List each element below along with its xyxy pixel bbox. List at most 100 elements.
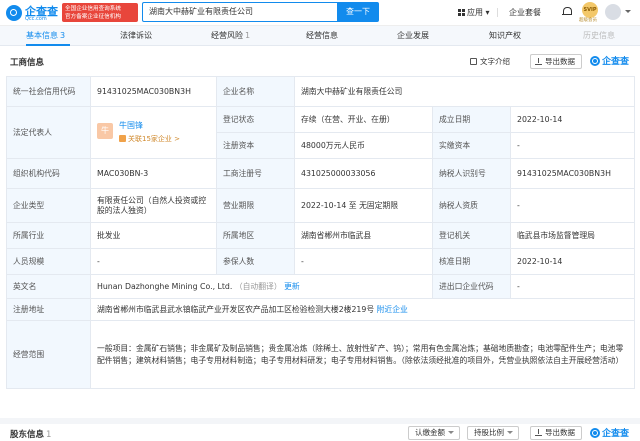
tab-label: 企业发展 bbox=[397, 31, 429, 40]
biz-reg-no-value: 431025000033056 bbox=[294, 158, 433, 189]
download-icon bbox=[535, 58, 542, 65]
text-intro-button[interactable]: 文字介绍 bbox=[470, 55, 510, 69]
shareholder-title: 股东信息 1 bbox=[10, 428, 51, 440]
en-name-cell: Hunan Dazhonghe Mining Co., Ltd. （自动翻译） … bbox=[90, 274, 433, 299]
tab-development[interactable]: 企业发展 bbox=[397, 30, 429, 41]
magnifier-logo-icon bbox=[6, 5, 22, 21]
official-line1: 全国企业信用查询系统 bbox=[65, 5, 121, 12]
paid-capital-value: - bbox=[509, 132, 636, 159]
scope-label: 经营范围 bbox=[6, 320, 91, 389]
address-label: 注册地址 bbox=[6, 298, 91, 321]
tab-legal[interactable]: 法律诉讼 bbox=[120, 30, 152, 41]
shareholder-count: 1 bbox=[46, 430, 52, 440]
industry-value: 批发业 bbox=[90, 222, 217, 249]
org-code-label: 组织机构代码 bbox=[6, 158, 91, 189]
address-cell: 湖南省郴州市临武县武水镇临武产业开发区农产品加工区检验检测大楼2楼219号 附近… bbox=[89, 298, 636, 321]
tab-count: 3 bbox=[60, 31, 66, 40]
watermark-text: 企查查 bbox=[602, 57, 630, 67]
tab-label: 基本信息 bbox=[26, 31, 58, 40]
grid-icon bbox=[458, 9, 465, 16]
taxpayer-id-label: 纳税人识别号 bbox=[432, 158, 511, 189]
region-value: 湖南省郴州市临武县 bbox=[294, 222, 433, 249]
org-code-value: MAC030BN-3 bbox=[90, 158, 217, 189]
ratio-label: 持股比例 bbox=[474, 428, 504, 437]
reg-status-value: 存续（在营、开业、在册） bbox=[294, 106, 433, 133]
official-badge: 全国企业信用查询系统 官方备案企业征信机构 bbox=[62, 3, 138, 22]
official-line2: 官方备案企业征信机构 bbox=[65, 13, 121, 20]
export-button[interactable]: 导出数据 bbox=[530, 54, 582, 69]
user-avatar[interactable] bbox=[605, 4, 621, 20]
credit-code-label: 统一社会信用代码 bbox=[6, 76, 91, 107]
legal-rep-cell: 牛 牛国锋 关联15家企业 > bbox=[90, 106, 217, 159]
tab-basic-info[interactable]: 基本信息 3 bbox=[26, 30, 65, 41]
top-header: 企查查 Qcc.com 全国企业信用查询系统 官方备案企业征信机构 湖南大中赫矿… bbox=[0, 0, 640, 26]
reg-authority-value: 临武县市场监督管理局 bbox=[509, 222, 636, 249]
search-input[interactable]: 湖南大中赫矿业有限责任公司 bbox=[142, 2, 337, 22]
shareholder-export-button[interactable]: 导出数据 bbox=[530, 426, 582, 440]
staff-size-label: 人员规模 bbox=[6, 248, 91, 275]
legal-rep-related-text: 关联15家企业 > bbox=[128, 135, 180, 143]
approval-date-value: 2022-10-14 bbox=[509, 248, 636, 275]
approval-date-label: 核准日期 bbox=[432, 248, 511, 275]
legal-rep-name[interactable]: 牛国锋 bbox=[119, 121, 210, 131]
ie-code-label: 进出口企业代码 bbox=[432, 274, 511, 299]
tab-label: 经营风险 bbox=[211, 31, 243, 40]
reg-status-label: 登记状态 bbox=[216, 106, 295, 133]
svip-icon[interactable]: SVIP bbox=[582, 2, 598, 18]
header-divider bbox=[497, 8, 498, 17]
tab-history[interactable]: 历史信息 bbox=[583, 30, 615, 41]
apps-menu[interactable]: 应用 ▾ bbox=[458, 7, 490, 18]
legal-rep-avatar: 牛 bbox=[97, 123, 113, 139]
tab-label: 法律诉讼 bbox=[120, 31, 152, 40]
chevron-down-icon bbox=[507, 431, 513, 434]
tab-label: 知识产权 bbox=[489, 31, 521, 40]
taxpayer-id-value: 91431025MAC030BN3H bbox=[509, 158, 636, 189]
legal-rep-block: 牛 牛国锋 关联15家企业 > bbox=[97, 121, 210, 144]
chevron-down-icon[interactable] bbox=[625, 10, 631, 13]
logo-sub: Qcc.com bbox=[25, 16, 47, 22]
tab-label: 历史信息 bbox=[583, 31, 615, 40]
company-name-label: 企业名称 bbox=[216, 76, 295, 107]
paid-amount-label: 认缴金额 bbox=[415, 428, 445, 437]
est-date-label: 成立日期 bbox=[432, 106, 511, 133]
legal-rep-related-link[interactable]: 关联15家企业 > bbox=[119, 134, 210, 144]
bell-icon[interactable] bbox=[562, 6, 572, 16]
package-link[interactable]: 企业套餐 bbox=[509, 7, 541, 18]
biz-term-label: 营业期限 bbox=[216, 188, 295, 223]
address-value: 湖南省郴州市临武县武水镇临武产业开发区农产品加工区检验检测大楼2楼219号 bbox=[97, 304, 375, 314]
qcc-logo[interactable]: 企查查 Qcc.com bbox=[6, 3, 66, 23]
watermark-text: 企查查 bbox=[602, 429, 630, 439]
legal-rep-label: 法定代表人 bbox=[6, 106, 91, 159]
tab-business[interactable]: 经营信息 bbox=[306, 30, 338, 41]
qcc-watermark: 企查查 bbox=[590, 54, 629, 67]
en-name-note: （自动翻译） bbox=[234, 281, 282, 291]
reg-capital-label: 注册资本 bbox=[216, 132, 295, 159]
paid-amount-dropdown[interactable]: 认缴金额 bbox=[408, 426, 460, 440]
company-name-value: 湖南大中赫矿业有限责任公司 bbox=[293, 76, 636, 107]
magnifier-logo-icon bbox=[590, 56, 600, 66]
nearby-companies-link[interactable]: 附近企业 bbox=[377, 305, 408, 314]
biz-term-value: 2022-10-14 至 无固定期限 bbox=[294, 188, 433, 223]
tag-icon bbox=[119, 135, 126, 142]
tab-label: 经营信息 bbox=[306, 31, 338, 40]
ie-code-value: - bbox=[509, 274, 636, 299]
tab-count: 1 bbox=[245, 31, 251, 40]
document-icon bbox=[470, 58, 477, 65]
tab-ip[interactable]: 知识产权 bbox=[489, 30, 521, 41]
taxpayer-qual-value: - bbox=[509, 188, 636, 223]
download-icon bbox=[535, 429, 542, 436]
ratio-dropdown[interactable]: 持股比例 bbox=[467, 426, 519, 440]
search-button[interactable]: 查一下 bbox=[337, 2, 379, 22]
staff-size-value: - bbox=[90, 248, 217, 275]
credit-code-value: 91431025MAC030BN3H bbox=[90, 76, 217, 107]
en-name-value: Hunan Dazhonghe Mining Co., Ltd. bbox=[97, 281, 233, 291]
chevron-down-icon bbox=[448, 431, 454, 434]
ent-type-value: 有限责任公司（自然人投资或控股的法人独资） bbox=[90, 188, 217, 223]
export-label: 导出数据 bbox=[545, 57, 575, 66]
industry-label: 所属行业 bbox=[6, 222, 91, 249]
region-label: 所属地区 bbox=[216, 222, 295, 249]
en-name-update-link[interactable]: 更新 bbox=[284, 282, 300, 291]
apps-label: 应用 bbox=[467, 8, 483, 17]
tab-risk[interactable]: 经营风险 1 bbox=[211, 30, 250, 41]
shareholder-title-text: 股东信息 bbox=[10, 430, 45, 440]
